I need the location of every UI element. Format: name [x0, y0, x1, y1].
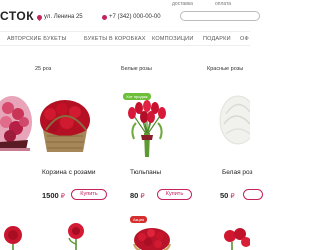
search-input[interactable]: [180, 11, 260, 21]
nav-delivery-link[interactable]: доставка: [172, 1, 193, 7]
category-25-roses[interactable]: 25 роз: [35, 66, 51, 72]
category-red-roses[interactable]: Красные розы: [207, 66, 243, 72]
menu-item-box-bouquets[interactable]: БУКЕТЫ В КОРОБКАХ: [84, 36, 146, 42]
currency-symbol: ₽: [230, 193, 235, 200]
phone-text[interactable]: +7 (342) 000-00-00: [109, 14, 161, 20]
menu-item-gifts[interactable]: ПОДАРКИ: [203, 36, 231, 42]
menu-item-author-bouquets[interactable]: АВТОРСКИЕ БУКЕТЫ: [7, 36, 67, 42]
category-white-roses[interactable]: Белые розы: [121, 66, 152, 72]
phone-icon: [102, 14, 107, 20]
currency-symbol: ₽: [140, 193, 145, 200]
address: ул. Ленина 25: [35, 13, 83, 21]
phone[interactable]: +7 (342) 000-00-00: [102, 14, 161, 20]
main-menu: АВТОРСКИЕ БУКЕТЫ БУКЕТЫ В КОРОБКАХ КОМПО…: [0, 31, 250, 46]
product-price: 50 ₽: [220, 191, 235, 200]
product-image-roses-bouquet[interactable]: [132, 224, 172, 250]
product-image-red-flowers[interactable]: [222, 226, 250, 250]
buy-button[interactable]: Купить: [157, 189, 192, 200]
sale-badge: Акция: [130, 216, 148, 223]
menu-item-compositions[interactable]: КОМПОЗИЦИИ: [152, 36, 193, 42]
price-value: 50: [220, 191, 229, 200]
price-value: 80: [130, 191, 139, 200]
price-value: 1500: [42, 191, 59, 200]
location-pin-icon: [35, 13, 44, 21]
product-image-tulips[interactable]: [122, 99, 172, 159]
product-name[interactable]: Корзина с розами: [42, 169, 95, 176]
buy-button[interactable]: Купить: [71, 189, 107, 200]
menu-item-more[interactable]: ОФ: [240, 36, 249, 42]
currency-symbol: ₽: [60, 193, 65, 200]
nav-payment-link[interactable]: оплата: [215, 1, 231, 7]
product-image-single-rose[interactable]: [64, 220, 88, 250]
address-text: ул. Ленина 25: [44, 14, 83, 20]
product-name[interactable]: Тюльпаны: [130, 169, 161, 176]
product-image-rose-basket[interactable]: [38, 96, 92, 154]
product-image-heart-box[interactable]: [0, 90, 34, 152]
product-name[interactable]: Белая роз: [222, 169, 253, 176]
site-logo[interactable]: СТОК: [0, 9, 34, 23]
buy-button-partial[interactable]: [243, 189, 263, 200]
product-image-white-rose[interactable]: [214, 94, 250, 156]
product-image-red-roses[interactable]: [2, 224, 24, 250]
product-price: 1500 ₽: [42, 191, 65, 200]
product-price: 80 ₽: [130, 191, 145, 200]
top-nav: доставка оплата: [0, 0, 250, 8]
